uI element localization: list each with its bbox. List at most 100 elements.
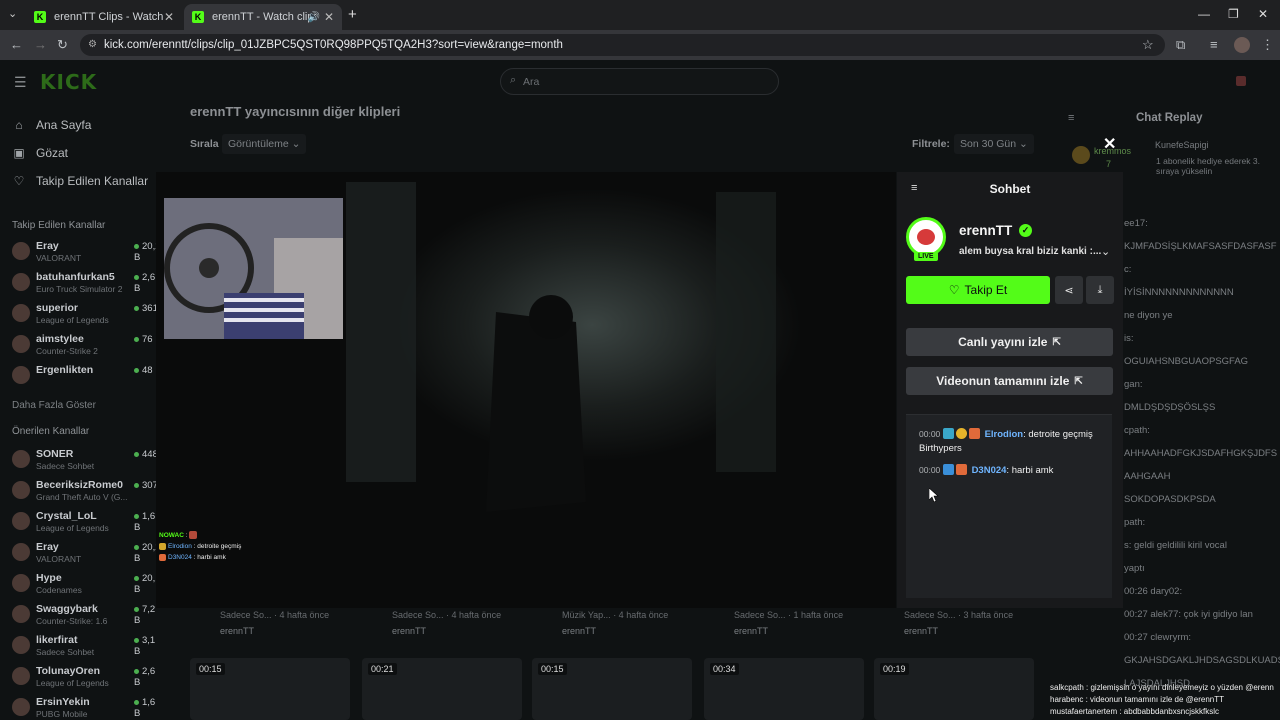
streamer-avatar[interactable] xyxy=(906,217,946,257)
chat-username[interactable]: Elrodion xyxy=(985,429,1024,440)
clip-thumbnail[interactable]: 00:19 xyxy=(874,658,1034,720)
chat-username[interactable]: D3N024 xyxy=(972,465,1007,476)
close-window-button[interactable]: ✕ xyxy=(1258,7,1268,21)
browser-toolbar: ← → ↻ ⚙ kick.com/erenntt/clips/clip_01JZ… xyxy=(0,30,1280,60)
new-tab-button[interactable]: + xyxy=(348,6,357,23)
extensions-icon[interactable]: ⧉ xyxy=(1176,37,1185,53)
maximize-button[interactable]: ❐ xyxy=(1228,7,1239,21)
viewer-count: 307 xyxy=(134,480,158,491)
live-chat-line: mustafaertanertem : abdbabbdanbxsncjskkf… xyxy=(1050,707,1219,716)
bookmark-star-icon[interactable]: ☆ xyxy=(1142,37,1154,53)
channel-item[interactable]: batuhanfurkan5 Euro Truck Simulator 2 2,6 … xyxy=(12,269,162,297)
badge-icon xyxy=(968,428,980,439)
channel-name: Swaggybark xyxy=(36,603,98,615)
clip-thumbnail[interactable]: 00:15 xyxy=(190,658,350,720)
kick-logo[interactable]: KICK xyxy=(40,70,97,94)
search-input[interactable]: ⌕ Ara xyxy=(500,68,779,95)
channel-item[interactable]: Crystal_LoL League of Legends 1,6 B xyxy=(12,508,162,536)
channel-item[interactable]: TolunayOren League of Legends 2,6 B xyxy=(12,663,162,691)
share-button[interactable]: ⋖ xyxy=(1055,276,1083,304)
channel-category: Counter-Strike 2 xyxy=(36,346,98,356)
watch-live-button[interactable]: Canlı yayını izle ⇱ xyxy=(906,328,1113,356)
channel-category: Sadece Sohbet xyxy=(36,647,95,657)
chat-replay-line: GKJAHSDGAKLJHDSAGSDLKUADSGVLAABDK xyxy=(1124,655,1280,666)
channel-item[interactable]: ErsinYekin PUBG Mobile 1,6 B xyxy=(12,694,162,720)
emote-icon xyxy=(189,531,198,539)
user-avatar[interactable] xyxy=(1236,76,1246,86)
clip-thumbnail[interactable]: 00:34 xyxy=(704,658,864,720)
overlay-chat-user: NOWAC xyxy=(159,532,184,539)
browse-icon: ▣ xyxy=(13,146,25,160)
menu-dots-icon[interactable]: ⋮ xyxy=(1261,37,1274,53)
sidebar-item-browse[interactable]: ▣ Gözat xyxy=(12,146,68,160)
collapse-chat-icon[interactable]: ≡ xyxy=(1068,112,1074,124)
channel-category: League of Legends xyxy=(36,315,109,325)
clip-duration: 00:34 xyxy=(710,663,739,675)
channel-item[interactable]: likerfirat Sadece Sohbet 3,1 B xyxy=(12,632,162,660)
download-button[interactable]: ⤓ xyxy=(1086,276,1114,304)
hamburger-menu-icon[interactable]: ☰ xyxy=(14,74,27,91)
site-info-icon[interactable]: ⚙ xyxy=(88,34,97,56)
forward-arrow-icon[interactable]: → xyxy=(34,37,47,52)
watch-full-video-button[interactable]: Videonun tamamını izle ⇱ xyxy=(906,367,1113,395)
audio-playing-icon[interactable]: 🔊 xyxy=(308,12,320,23)
channel-item[interactable]: Swaggybark Counter-Strike: 1.6 7,2 B xyxy=(12,601,162,629)
close-tab-icon[interactable]: ✕ xyxy=(164,10,174,24)
chat-replay-line: s: geldi geldilili kiril vocal xyxy=(1124,540,1227,551)
avatar xyxy=(12,481,30,499)
back-arrow-icon[interactable]: ← xyxy=(10,37,23,52)
verified-check-icon: ✓ xyxy=(1019,224,1032,237)
channel-item[interactable]: superior League of Legends 361 xyxy=(12,300,162,328)
webcam-overlay xyxy=(164,198,343,339)
channel-name: BeceriksizRome0 xyxy=(36,479,123,491)
chat-timestamp: 00:00 xyxy=(919,465,941,475)
tab-search-icon[interactable]: ⌄ xyxy=(8,7,17,20)
chat-replay-line: SOKDOPASDKPSDA xyxy=(1124,494,1216,505)
channel-item[interactable]: Eray VALORANT 20,2 B xyxy=(12,539,162,567)
viewer-count: 76 xyxy=(134,334,153,345)
profile-avatar[interactable] xyxy=(1234,37,1250,53)
clip-card-author[interactable]: erennTT xyxy=(562,626,596,636)
filter-dropdown[interactable]: Son 30 Gün ⌄ xyxy=(954,134,1034,154)
clip-card-author[interactable]: erennTT xyxy=(904,626,938,636)
clip-card-author[interactable]: erennTT xyxy=(734,626,768,636)
streamer-name[interactable]: erennTT xyxy=(959,223,1012,238)
channel-category: Codenames xyxy=(36,585,82,595)
recommended-heading: Önerilen Kanallar xyxy=(12,426,90,437)
pinned-count: 7 xyxy=(1106,159,1112,169)
channel-item[interactable]: BeceriksizRome0 Grand Theft Auto V (G... 3… xyxy=(12,477,162,505)
close-tab-icon[interactable]: ✕ xyxy=(324,10,334,24)
chat-replay-line: İYİSİNNNNNNNNNNNNN xyxy=(1124,287,1234,298)
clip-card-author[interactable]: erennTT xyxy=(220,626,254,636)
follow-button[interactable]: ♡ Takip Et xyxy=(906,276,1050,304)
browser-tab-clips[interactable]: K erennTT Clips - Watch Live on K ✕ xyxy=(26,4,182,30)
close-modal-button[interactable]: ✕ xyxy=(1103,134,1116,154)
clip-card-meta: Sadece So... · 3 hafta önce xyxy=(904,610,1014,620)
show-more-link[interactable]: Daha Fazla Göster xyxy=(12,400,96,411)
avatar xyxy=(12,242,30,260)
sidebar-item-following[interactable]: ♡ Takip Edilen Kanallar xyxy=(12,174,148,188)
channel-item[interactable]: Hype Codenames 20,1 B xyxy=(12,570,162,598)
minimize-button[interactable]: — xyxy=(1198,7,1210,21)
clip-thumbnail[interactable]: 00:21 xyxy=(362,658,522,720)
channel-category: League of Legends xyxy=(36,523,109,533)
chevron-down-icon: ⌄ xyxy=(1018,138,1028,150)
clip-card-author[interactable]: erennTT xyxy=(392,626,426,636)
chat-replay-line: ne diyon ye xyxy=(1124,310,1173,321)
url-bar[interactable]: ⚙ kick.com/erenntt/clips/clip_01JZBPC5QS… xyxy=(80,34,1165,56)
channel-item[interactable]: Eray VALORANT 20,2 B xyxy=(12,238,162,266)
sidebar-item-home[interactable]: ⌂ Ana Sayfa xyxy=(12,118,91,132)
chat-replay-line: is: xyxy=(1124,333,1134,344)
sort-dropdown[interactable]: Görüntüleme ⌄ xyxy=(222,134,307,154)
browser-tab-watch[interactable]: K erennTT - Watch clips on K 🔊 ✕ xyxy=(184,4,342,30)
avatar xyxy=(12,605,30,623)
media-control-icon[interactable]: ≡ xyxy=(1210,37,1218,52)
avatar xyxy=(12,273,30,291)
reload-icon[interactable]: ↻ xyxy=(57,37,68,53)
channel-item[interactable]: Ergenlikten 48 xyxy=(12,362,162,390)
expand-title-chevron-icon[interactable]: ⌄ xyxy=(1101,245,1110,258)
channel-item[interactable]: SONER Sadece Sohbet 448 xyxy=(12,446,162,474)
clip-thumbnail[interactable]: 00:15 xyxy=(532,658,692,720)
channel-name: aimstylee xyxy=(36,333,84,345)
channel-item[interactable]: aimstylee Counter-Strike 2 76 xyxy=(12,331,162,359)
